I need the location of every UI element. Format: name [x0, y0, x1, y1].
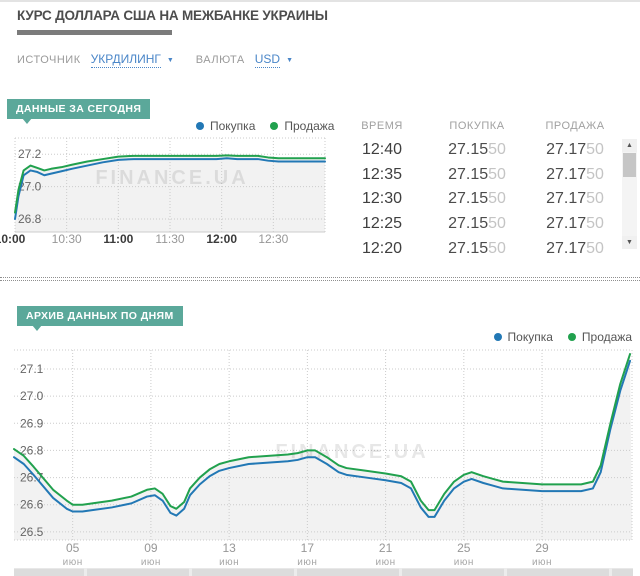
source-label: ИСТОЧНИК [17, 54, 81, 66]
x-tick-sublabel: июн [454, 557, 474, 568]
time-cell: 12:25 [338, 215, 426, 233]
title-underline-bar [17, 30, 172, 35]
x-tick-label: 17 [301, 541, 315, 555]
y-tick-label: 26.9 [20, 416, 44, 430]
buy-cell: 27.1550 [426, 190, 528, 208]
watermark: FINANCE.UA [95, 167, 248, 189]
x-tick-label: 05 [66, 541, 80, 555]
x-tick-label: 21 [379, 541, 393, 555]
scroll-up-icon[interactable]: ▲ [622, 139, 637, 152]
filter-controls: ИСТОЧНИК УКРДИЛИНГ ▼ ВАЛЮТА USD ▼ [17, 52, 315, 68]
sell-dot-icon [568, 333, 576, 341]
badge-pointer [22, 118, 32, 124]
rates-table: ВРЕМЯ ПОКУПКА ПРОДАЖА 12:4027.155027.175… [338, 120, 622, 253]
x-tick-label: 25 [457, 541, 471, 555]
x-tick-sublabel: июн [141, 557, 161, 568]
y-tick-label: 26.5 [20, 525, 44, 539]
buy-dot-icon [196, 122, 204, 130]
chevron-down-icon[interactable]: ▼ [286, 57, 293, 64]
range-selector-segment[interactable] [192, 568, 294, 576]
section-badge-today: ДАННЫЕ ЗА СЕГОДНЯ [7, 99, 150, 119]
x-tick-label: 12:00 [206, 232, 237, 246]
y-tick-label: 27.0 [20, 389, 44, 403]
rates-table-header: ВРЕМЯ ПОКУПКА ПРОДАЖА [338, 120, 622, 138]
scrollbar-thumb[interactable] [623, 153, 636, 177]
legend-sell-label: Продажа [582, 330, 632, 344]
range-selector-segment[interactable] [297, 568, 399, 576]
col-header-buy: ПОКУПКА [426, 120, 528, 138]
currency-dropdown[interactable]: USD ▼ [255, 52, 293, 68]
source-dropdown-value[interactable]: УКРДИЛИНГ [91, 52, 161, 68]
chevron-down-icon[interactable]: ▼ [167, 57, 174, 64]
buy-cell: 27.1550 [426, 141, 528, 159]
y-tick-label: 26.6 [20, 498, 44, 512]
legend-item-buy[interactable]: Покупка [494, 330, 553, 344]
x-tick-sublabel: июн [63, 557, 83, 568]
x-tick-sublabel: июн [376, 557, 396, 568]
range-selector-segment[interactable] [87, 568, 189, 576]
x-tick-label: 13 [222, 541, 236, 555]
table-row: 12:2027.155027.1750 [338, 236, 622, 253]
y-tick-label: 27.2 [18, 147, 42, 161]
x-tick-sublabel: июн [297, 557, 317, 568]
sell-cell: 27.1750 [528, 240, 622, 253]
page-title: КУРС ДОЛЛАРА США НА МЕЖБАНКЕ УКРАИНЫ [17, 8, 328, 23]
x-tick-sublabel: июн [219, 557, 239, 568]
sell-cell: 27.1750 [528, 166, 622, 184]
archive-chart-legend: Покупка Продажа [494, 330, 632, 344]
col-header-sell: ПРОДАЖА [528, 120, 622, 138]
scroll-down-icon[interactable]: ▼ [622, 236, 637, 249]
range-selector-segment[interactable] [14, 568, 84, 576]
sell-cell: 27.1750 [528, 141, 622, 159]
sell-dot-icon [270, 122, 278, 130]
currency-dropdown-value[interactable]: USD [255, 52, 280, 68]
col-header-time: ВРЕМЯ [338, 120, 426, 138]
x-tick-label: 09 [144, 541, 158, 555]
legend-item-sell[interactable]: Продажа [568, 330, 632, 344]
sell-cell: 27.1750 [528, 215, 622, 233]
table-scrollbar[interactable]: ▲ ▼ [622, 139, 637, 249]
x-tick-label: 11:30 [155, 232, 184, 246]
page: КУРС ДОЛЛАРА США НА МЕЖБАНКЕ УКРАИНЫ ИСТ… [0, 0, 640, 576]
x-tick-label: 29 [535, 541, 549, 555]
section-divider [0, 277, 640, 281]
range-selector-segment[interactable] [507, 568, 609, 576]
rates-table-body: 12:4027.155027.175012:3527.155027.175012… [338, 138, 622, 253]
badge-pointer [32, 325, 42, 331]
x-tick-label: 10:30 [52, 232, 82, 246]
buy-cell: 27.1550 [426, 240, 528, 253]
today-chart: 26.827.027.2FINANCE.UA10:0010:3011:0011:… [0, 130, 332, 252]
table-row: 12:3527.155027.1750 [338, 163, 622, 188]
table-row: 12:2527.155027.1750 [338, 212, 622, 237]
sell-cell: 27.1750 [528, 190, 622, 208]
buy-cell: 27.1550 [426, 166, 528, 184]
buy-dot-icon [494, 333, 502, 341]
table-row: 12:3027.155027.1750 [338, 187, 622, 212]
x-tick-sublabel: июн [532, 557, 552, 568]
x-tick-label: 10:00 [0, 232, 26, 246]
table-row: 12:4027.155027.1750 [338, 138, 622, 163]
legend-buy-label: Покупка [508, 330, 553, 344]
y-tick-label: 26.8 [18, 212, 42, 226]
time-cell: 12:30 [338, 190, 426, 208]
range-selector[interactable] [14, 568, 633, 576]
y-tick-label: 27.1 [20, 362, 44, 376]
x-tick-label: 12:30 [258, 232, 288, 246]
range-selector-segment[interactable] [402, 568, 504, 576]
currency-label: ВАЛЮТА [196, 54, 245, 66]
top-divider [0, 0, 640, 2]
time-cell: 12:35 [338, 166, 426, 184]
x-tick-label: 11:00 [103, 232, 133, 246]
time-cell: 12:40 [338, 141, 426, 159]
section-badge-archive: АРХИВ ДАННЫХ ПО ДНЯМ [17, 306, 183, 326]
source-dropdown[interactable]: УКРДИЛИНГ ▼ [91, 52, 174, 68]
range-selector-segment[interactable] [612, 568, 633, 576]
buy-cell: 27.1550 [426, 215, 528, 233]
time-cell: 12:20 [338, 240, 426, 253]
archive-chart: 26.526.626.726.826.927.027.1FINANCE.UA05… [0, 346, 640, 568]
